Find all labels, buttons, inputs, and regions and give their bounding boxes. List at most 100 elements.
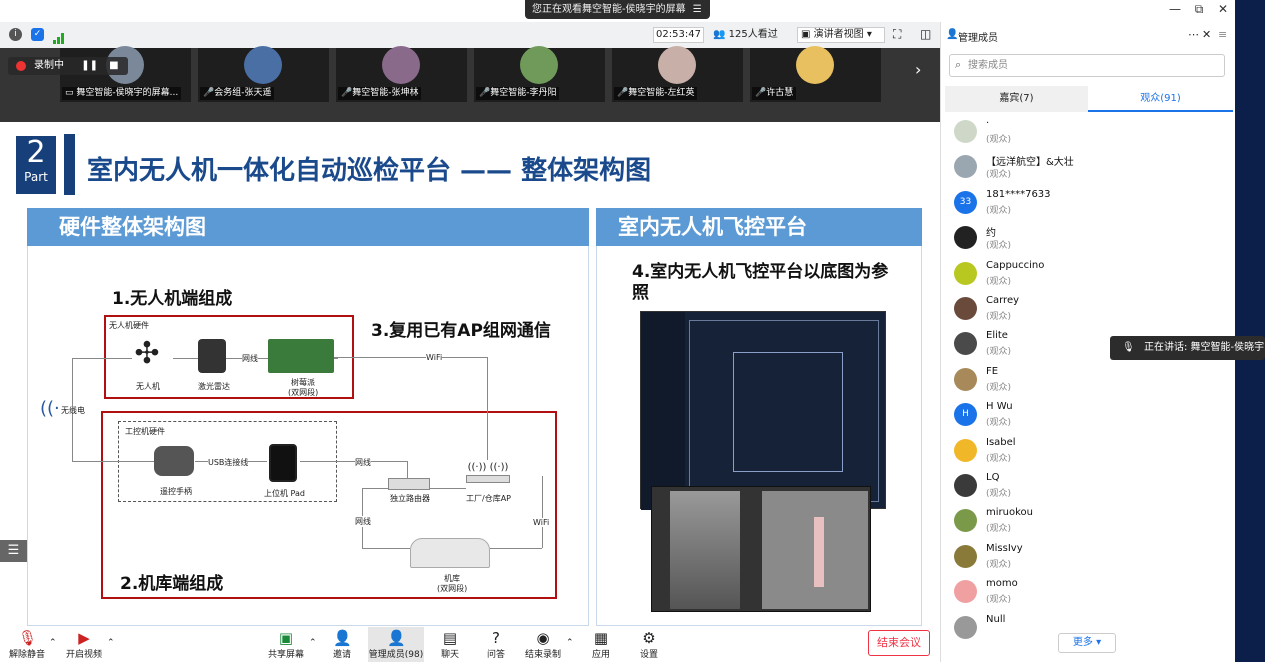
shield-icon[interactable]: ✓ (31, 28, 44, 41)
avatar: 33 (954, 190, 977, 214)
unmute-button[interactable]: 🎙 解除静音 (5, 627, 49, 662)
avatar (796, 46, 834, 84)
members-panel-title: 管理成员 (958, 33, 998, 44)
hamburger-icon[interactable]: ☰ (693, 4, 702, 15)
start-video-button[interactable]: ▶ 开启视频 (62, 627, 106, 662)
participant-tile[interactable]: 🎤会务组-张天遥 (198, 46, 329, 102)
next-page-chevron-icon[interactable]: › (915, 60, 921, 79)
connector-line (430, 488, 466, 489)
participant-name: 🎤舞空智能-左红英 (614, 87, 698, 100)
fullscreen-icon[interactable]: ⛶ (893, 27, 901, 42)
member-row[interactable]: Carrey (观众) (950, 293, 1230, 328)
cable-label: 网线 (355, 457, 371, 468)
info-icon[interactable]: i (9, 28, 22, 41)
panel-menu-icon[interactable]: ≡ (1218, 28, 1227, 41)
member-name: 【远洋航空】&大壮 (986, 157, 1074, 169)
participant-tile[interactable]: 🎤许古慧 (750, 46, 881, 102)
share-screen-button[interactable]: ▣ 共享屏幕 (264, 627, 308, 662)
recording-indicator[interactable]: 录制中 ❚❚ ■ (8, 57, 128, 75)
viewer-count-label: 125人看过 (728, 29, 778, 40)
hangar-sub-label: (双网段) (437, 584, 468, 593)
member-row[interactable]: H H Wu (观众) (950, 399, 1230, 434)
signal-icon[interactable] (53, 29, 65, 44)
stop-recording-button[interactable]: ◉ 结束录制 (521, 627, 565, 662)
avatar (954, 544, 977, 568)
mic-icon: 🎤 (479, 88, 491, 98)
avatar (954, 580, 977, 604)
tablet-icon (269, 444, 297, 482)
view-mode-select[interactable]: ▣ 演讲者视图 ▾ (797, 27, 885, 43)
record-dot-icon (16, 61, 26, 71)
people-icon: 👥 (713, 29, 726, 40)
chevron-up-icon[interactable]: ⌃ (49, 638, 57, 648)
remote-controller-icon (154, 446, 194, 476)
member-row[interactable]: · (观众) (950, 116, 1230, 151)
members-panel-icon: 👤 (946, 29, 959, 40)
apps-button[interactable]: ▦ 应用 (582, 627, 620, 662)
list-menu-icon[interactable]: ☰ (0, 540, 27, 562)
avatar (954, 332, 977, 356)
stop-icon[interactable]: ■ (109, 60, 118, 71)
mic-icon: 🎤 (617, 88, 629, 98)
participant-tile[interactable]: 🎤舞空智能-左红英 (612, 46, 743, 102)
settings-button[interactable]: ⚙ 设置 (630, 627, 668, 662)
tab-audience[interactable]: 观众(91) (1088, 86, 1233, 112)
member-row[interactable]: MissIvy (观众) (950, 541, 1230, 576)
chevron-up-icon[interactable]: ⌃ (107, 638, 115, 648)
member-row[interactable]: 【远洋航空】&大壮 (观众) (950, 151, 1230, 186)
participant-name: 🎤会务组-张天遥 (200, 87, 275, 100)
member-row[interactable]: Isabel (观众) (950, 435, 1230, 470)
chevron-up-icon[interactable]: ⌃ (566, 638, 574, 648)
manage-members-button[interactable]: 👤 管理成员(98) (368, 627, 424, 662)
connector-line (542, 476, 543, 548)
mic-icon: 🎤 (755, 88, 767, 98)
viewer-count[interactable]: 👥 125人看过 (713, 27, 787, 43)
member-name: MissIvy (986, 542, 1023, 554)
participant-tile[interactable]: 🎤舞空智能-李丹阳 (474, 46, 605, 102)
participant-name: 🎤许古慧 (752, 87, 797, 100)
speaking-indicator: 🎙 正在讲话: 舞空智能-侯晓宇 (1110, 336, 1265, 360)
mic-icon: 🎤 (203, 88, 215, 98)
more-members-button[interactable]: 更多 ▾ (1058, 633, 1116, 653)
participant-name: 🎤舞空智能-张坤林 (338, 87, 422, 100)
close-panel-icon[interactable]: ✕ (1202, 28, 1211, 41)
member-search-input[interactable]: 搜索成员 (949, 54, 1225, 77)
close-window-button[interactable]: ✕ (1211, 2, 1235, 20)
minimize-button[interactable]: — (1163, 2, 1187, 20)
participant-tile[interactable]: 🎤舞空智能-张坤林 (336, 46, 467, 102)
member-row[interactable]: Cappuccino (观众) (950, 258, 1230, 293)
tab-guests[interactable]: 嘉宾(7) (945, 86, 1088, 112)
qa-button[interactable]: ? 问答 (476, 627, 516, 662)
flight-platform-header: 室内无人机飞控平台 (596, 208, 922, 246)
member-row[interactable]: 约 (观众) (950, 222, 1230, 257)
hangar-icon (410, 538, 490, 568)
speaking-text: 正在讲话: 舞空智能-侯晓宇 (1144, 342, 1265, 353)
end-meeting-button[interactable]: 结束会议 (868, 630, 930, 656)
hardware-panel-header: 硬件整体架构图 (27, 208, 589, 246)
part-number: 2 (26, 135, 46, 170)
screen-share-notice[interactable]: 您正在观看舞空智能-侯晓宇的屏幕 ☰ (525, 0, 710, 19)
member-row[interactable]: 33 181****7633 (观众) (950, 187, 1230, 222)
chat-button[interactable]: ▤ 聊天 (430, 627, 470, 662)
avatar (382, 46, 420, 84)
chat-icon: ▤ (442, 629, 458, 647)
pause-icon[interactable]: ❚❚ (81, 60, 98, 71)
more-options-icon[interactable]: ⋯ (1188, 28, 1199, 41)
sidebar-toggle-icon[interactable]: ◫ (920, 27, 931, 41)
connector-line (330, 357, 488, 358)
member-row[interactable]: momo (观众) (950, 576, 1230, 611)
member-row[interactable]: LQ (观众) (950, 470, 1230, 505)
connector-line (72, 461, 154, 462)
chevron-up-icon[interactable]: ⌃ (309, 638, 317, 648)
member-row[interactable]: FE (观众) (950, 364, 1230, 399)
notice-text: 您正在观看舞空智能-侯晓宇的屏幕 (532, 4, 686, 15)
lidar-icon (198, 339, 226, 373)
flight-platform-caption: 4.室内无人机飞控平台以底图为参照 (632, 262, 889, 303)
restore-button[interactable]: ⧉ (1187, 2, 1211, 20)
member-role: (观众) (986, 347, 1012, 358)
member-row[interactable]: miruokou (观众) (950, 505, 1230, 540)
member-name: 181****7633 (986, 188, 1051, 200)
invite-button[interactable]: 👤 邀请 (322, 627, 362, 662)
member-role: (观众) (986, 559, 1012, 570)
camera-feed-screenshot (651, 486, 871, 612)
